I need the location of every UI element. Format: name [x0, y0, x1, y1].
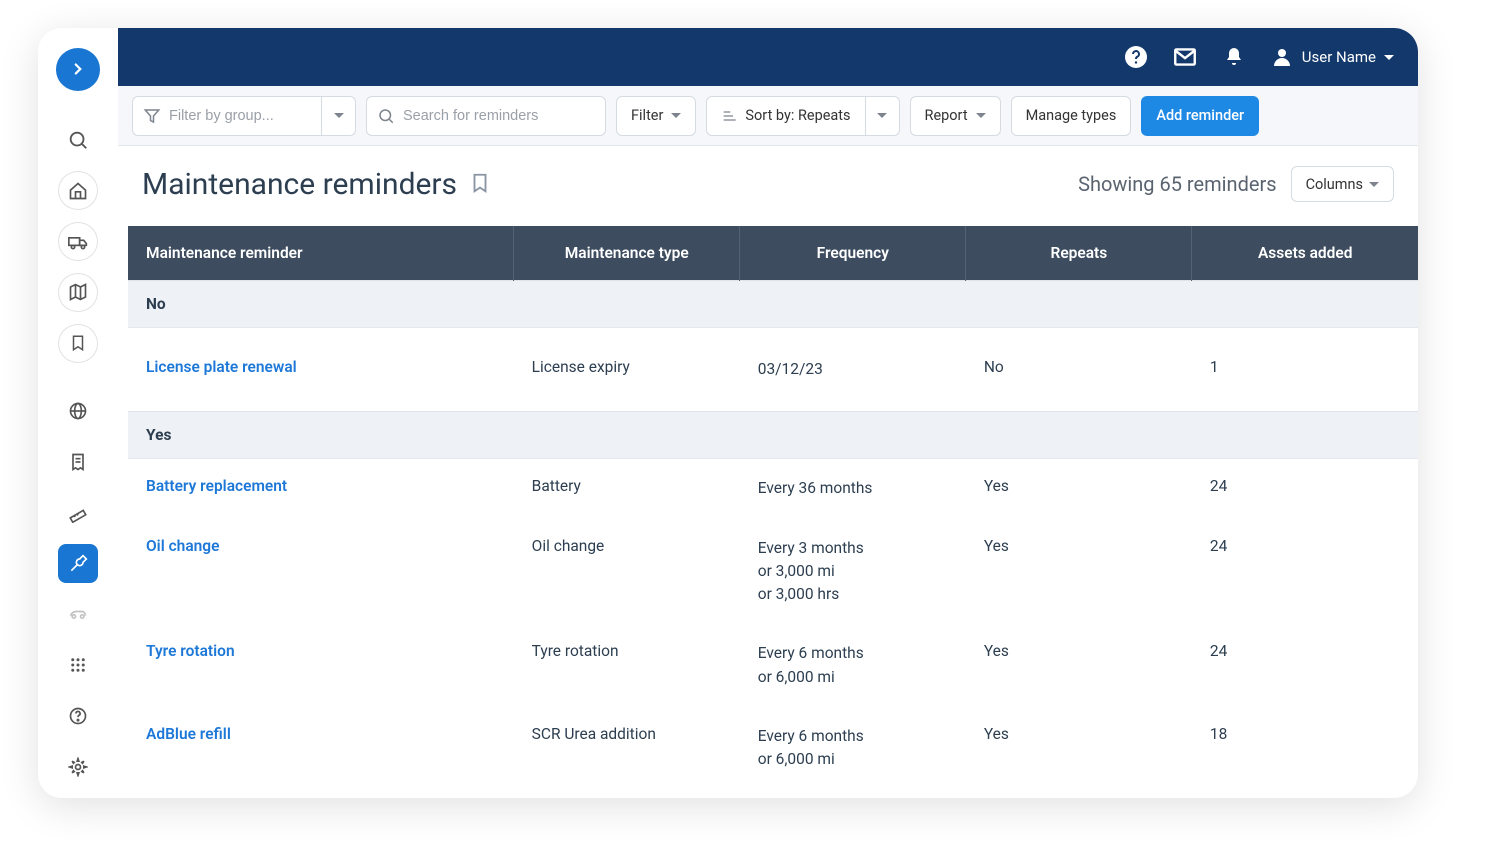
sort-button[interactable]: Sort by: Repeats	[706, 96, 865, 136]
page-title: Maintenance reminders	[142, 167, 457, 202]
map-icon[interactable]	[58, 273, 98, 312]
cell-assets: 1	[1192, 328, 1418, 412]
wrench-icon[interactable]	[58, 544, 98, 583]
user-icon	[1270, 45, 1294, 69]
vehicle-icon[interactable]	[58, 595, 98, 634]
cell-frequency: 03/12/23	[740, 328, 966, 412]
cell-repeats: Yes	[966, 519, 1192, 625]
report-button-label: Report	[925, 107, 968, 124]
cell-type: License expiry	[514, 328, 740, 412]
mail-icon[interactable]	[1172, 44, 1198, 70]
cell-repeats: Yes	[966, 624, 1192, 707]
top-header: User Name	[118, 28, 1418, 86]
filter-button[interactable]: Filter	[616, 96, 696, 136]
cell-type: Battery	[514, 459, 740, 519]
cell-frequency: Every 36 months	[740, 459, 966, 519]
table-group-row: No	[128, 281, 1418, 328]
cell-frequency: Every 6 monthsor 6,000 mi	[740, 624, 966, 707]
cell-repeats: Yes	[966, 459, 1192, 519]
th-frequency[interactable]: Frequency	[740, 226, 966, 281]
ruler-icon[interactable]	[58, 494, 98, 533]
settings-icon[interactable]	[58, 747, 98, 786]
report-button[interactable]: Report	[910, 96, 1001, 136]
help-icon[interactable]	[1124, 45, 1148, 69]
group-label: No	[128, 281, 514, 328]
cell-type: Tyre rotation	[514, 624, 740, 707]
search-input[interactable]	[403, 97, 593, 135]
th-repeats[interactable]: Repeats	[966, 226, 1192, 281]
reminders-table: Maintenance reminder Maintenance type Fr…	[128, 226, 1418, 789]
cell-type: SCR Urea addition	[514, 707, 740, 790]
chevron-down-icon	[671, 113, 681, 118]
table-row: Oil changeOil changeEvery 3 monthsor 3,0…	[128, 519, 1418, 625]
sort-icon	[721, 108, 737, 124]
columns-button-label: Columns	[1306, 176, 1363, 193]
group-label: Yes	[128, 412, 514, 459]
bookmark-icon[interactable]	[58, 324, 98, 363]
user-name-label: User Name	[1302, 48, 1376, 66]
cell-assets: 24	[1192, 519, 1418, 625]
columns-button[interactable]: Columns	[1291, 166, 1394, 202]
reminder-link[interactable]: License plate renewal	[146, 358, 297, 376]
cell-repeats: Yes	[966, 707, 1192, 790]
table-group-row: Yes	[128, 412, 1418, 459]
table-row: AdBlue refill SCR Urea additionEvery 6 mo…	[128, 707, 1418, 790]
receipt-icon[interactable]	[58, 443, 98, 482]
th-name[interactable]: Maintenance reminder	[128, 226, 514, 281]
reminder-link[interactable]: Oil change	[146, 537, 219, 555]
manage-types-label: Manage types	[1026, 107, 1117, 124]
cell-assets: 24	[1192, 459, 1418, 519]
cell-assets: 18	[1192, 707, 1418, 790]
toolbar: Filter Sort by: Repeats Report	[118, 86, 1418, 146]
search-icon[interactable]	[58, 121, 98, 160]
bookmark-page-icon[interactable]	[469, 167, 491, 202]
cell-assets: 24	[1192, 624, 1418, 707]
table-row: Battery replacement BatteryEvery 36 month…	[128, 459, 1418, 519]
filter-group-input[interactable]	[169, 97, 309, 135]
manage-types-button[interactable]: Manage types	[1011, 96, 1132, 136]
th-assets[interactable]: Assets added	[1192, 226, 1418, 281]
apps-grid-icon[interactable]	[58, 646, 98, 685]
search-field[interactable]	[366, 96, 606, 136]
filter-icon	[143, 107, 161, 125]
cell-type: Oil change	[514, 519, 740, 625]
sort-dropdown[interactable]	[866, 96, 900, 136]
th-type[interactable]: Maintenance type	[514, 226, 740, 281]
add-reminder-label: Add reminder	[1156, 107, 1244, 124]
sort-button-label: Sort by: Repeats	[745, 107, 850, 124]
showing-count: Showing 65 reminders	[1078, 172, 1277, 196]
reminder-link[interactable]: Tyre rotation	[146, 642, 235, 660]
table-row: License plate renewal License expiry03/12…	[128, 328, 1418, 412]
chevron-down-icon	[976, 113, 986, 118]
search-icon	[377, 107, 395, 125]
add-reminder-button[interactable]: Add reminder	[1141, 96, 1259, 136]
reminder-link[interactable]: Battery replacement	[146, 477, 287, 495]
filter-group-dropdown[interactable]	[322, 96, 356, 136]
filter-button-label: Filter	[631, 107, 663, 124]
reminder-link[interactable]: AdBlue refill	[146, 725, 231, 743]
sidebar-expand-button[interactable]	[56, 48, 100, 91]
chevron-down-icon	[1384, 55, 1394, 60]
truck-icon[interactable]	[58, 222, 98, 261]
table-row: Tyre rotationTyre rotationEvery 6 months…	[128, 624, 1418, 707]
globe-icon[interactable]	[58, 392, 98, 431]
chevron-down-icon	[334, 113, 344, 118]
chevron-down-icon	[877, 113, 887, 118]
bell-icon[interactable]	[1222, 45, 1246, 69]
cell-frequency: Every 3 monthsor 3,000 mior 3,000 hrs	[740, 519, 966, 625]
cell-repeats: No	[966, 328, 1192, 412]
filter-group-field[interactable]	[132, 96, 322, 136]
cell-frequency: Every 6 monthsor 6,000 mi	[740, 707, 966, 790]
home-icon[interactable]	[58, 171, 98, 210]
user-menu[interactable]: User Name	[1270, 45, 1394, 69]
sidebar	[38, 28, 118, 798]
help-outline-icon[interactable]	[58, 697, 98, 736]
chevron-down-icon	[1369, 182, 1379, 187]
